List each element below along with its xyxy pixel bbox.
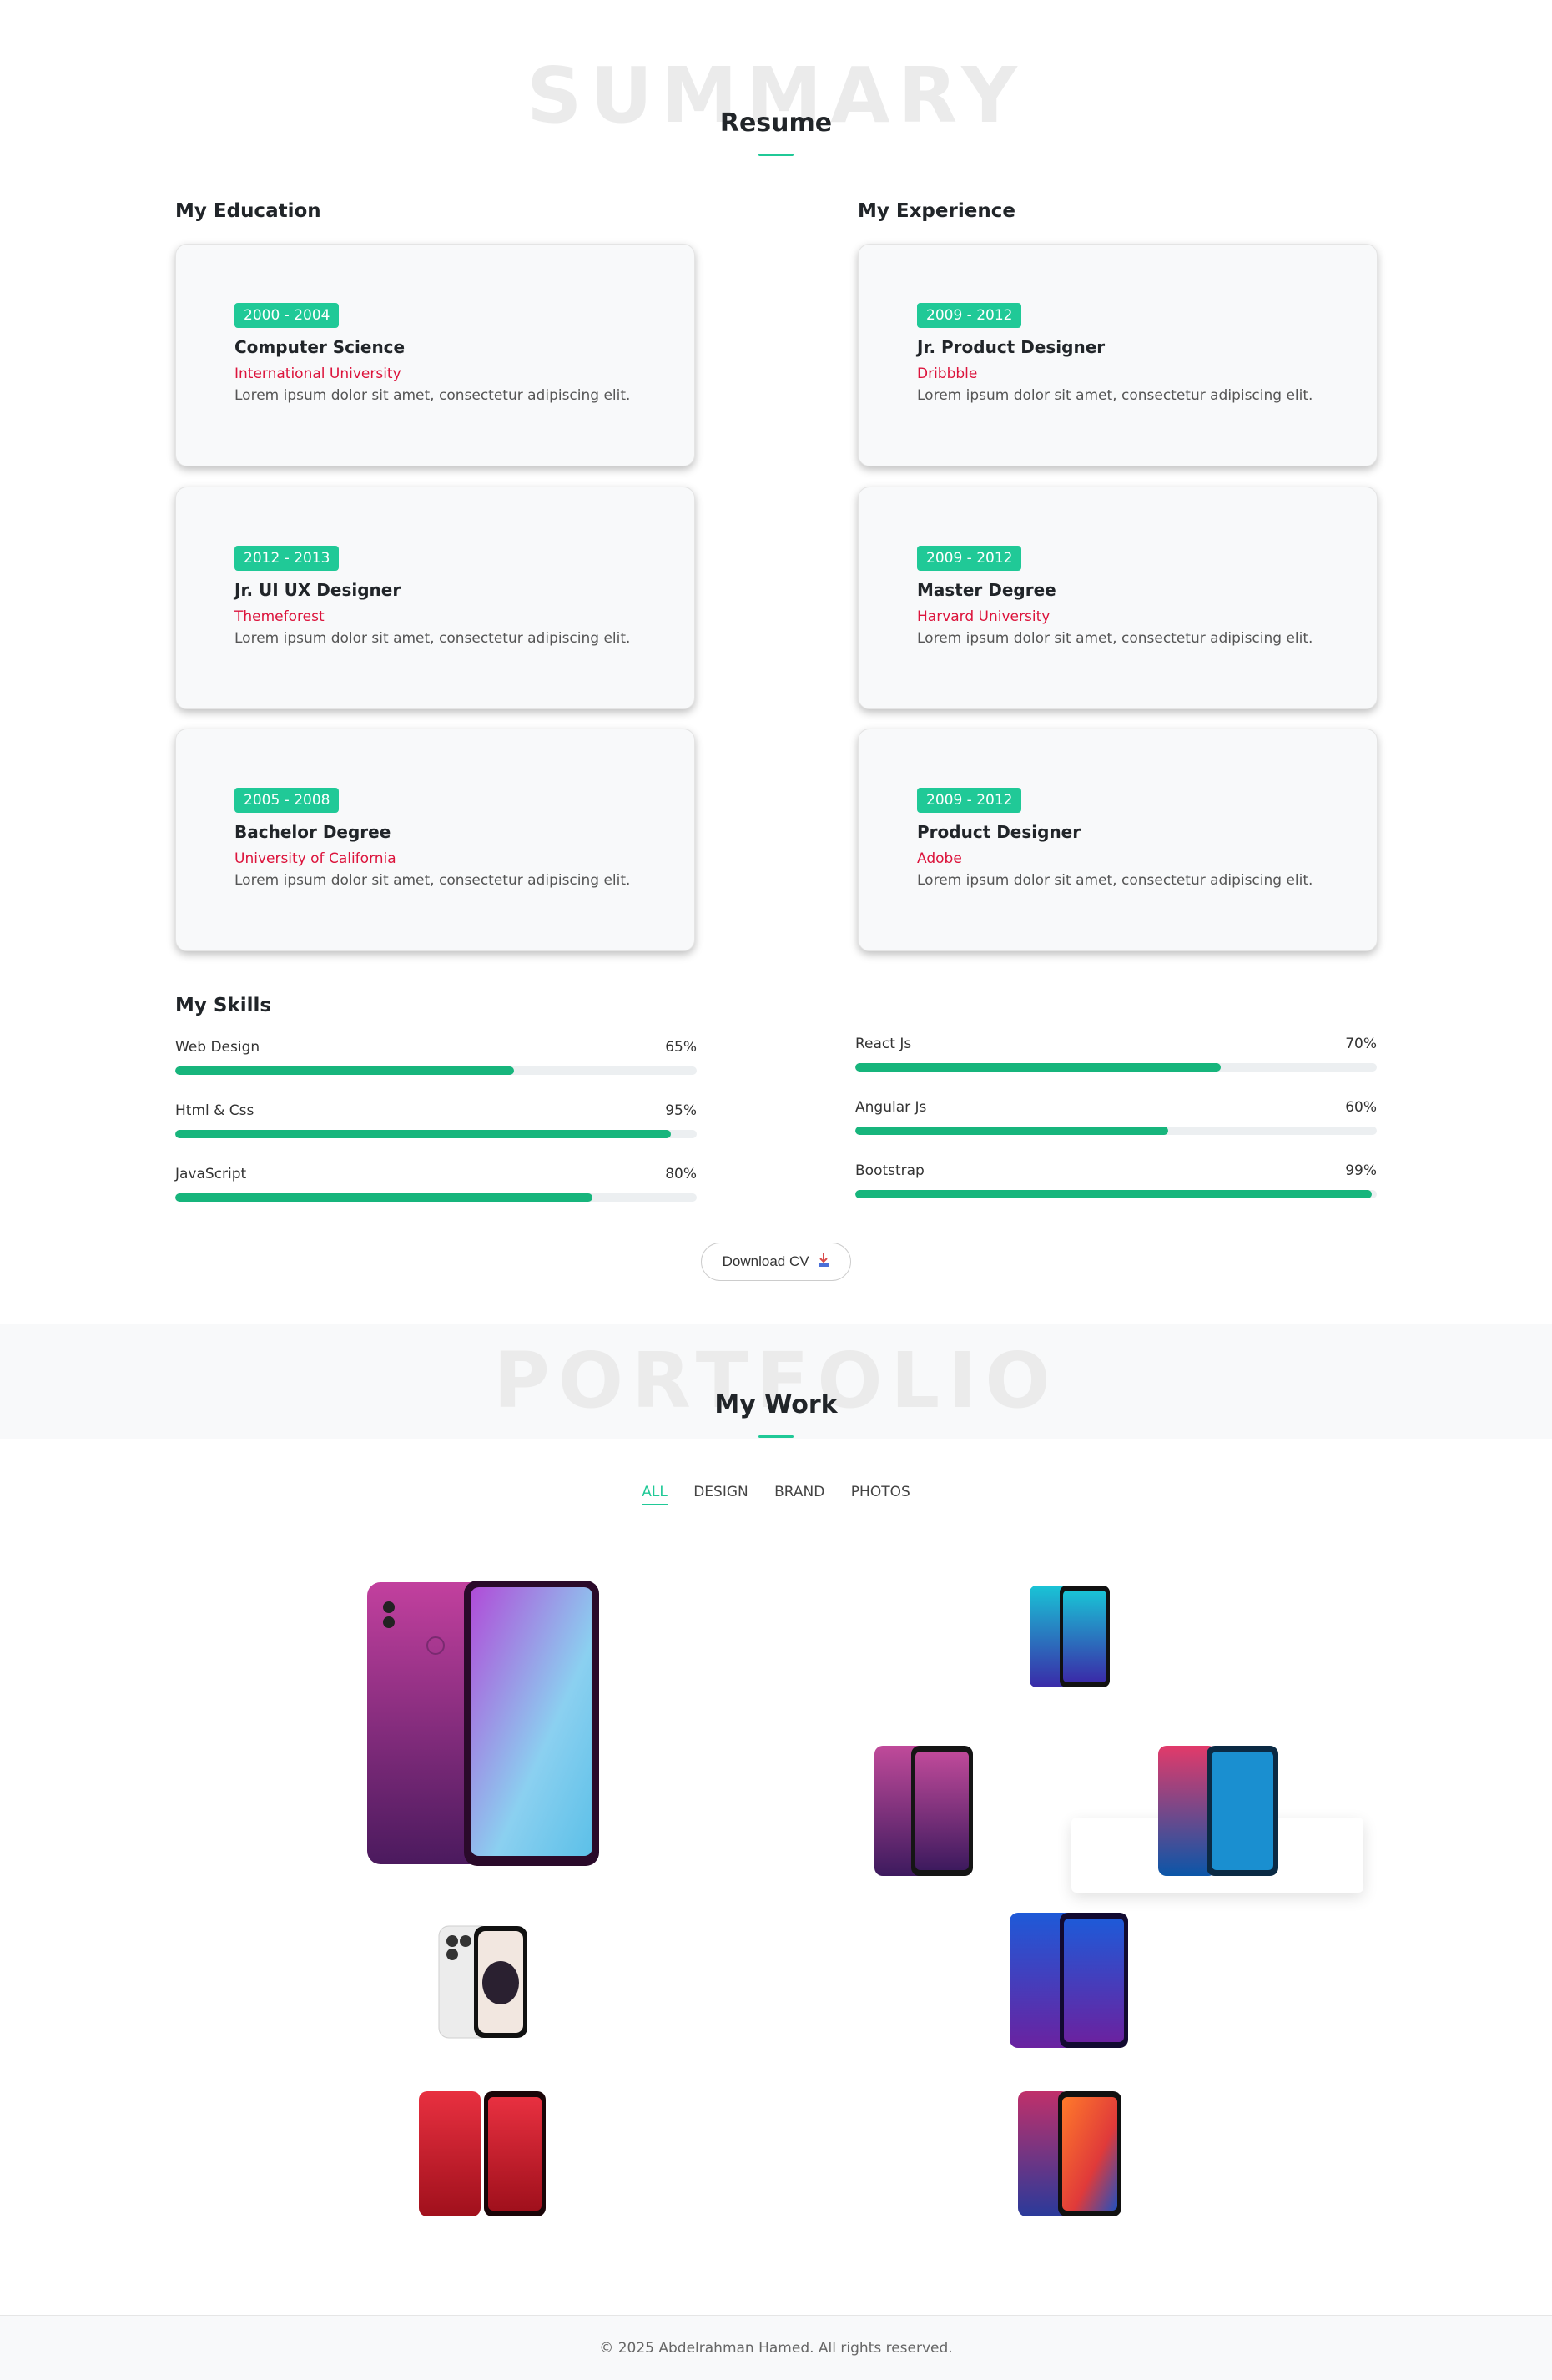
download-icon [818, 1245, 829, 1267]
filter-design[interactable]: DESIGN [693, 1484, 748, 1504]
card-organization: Themeforest [234, 608, 325, 625]
experience-card: 2009 - 2012 Master Degree Harvard Univer… [858, 487, 1378, 709]
card-description: Lorem ipsum dolor sit amet, consectetur … [234, 387, 631, 404]
card-organization: Harvard University [917, 608, 1051, 625]
skill-web-design: Web Design 65% [175, 1039, 697, 1081]
card-organization: Adobe [917, 850, 962, 867]
skill-percent: 95% [665, 1102, 697, 1119]
portfolio-item[interactable] [365, 1579, 601, 1868]
skill-percent: 60% [1345, 1099, 1377, 1116]
years-badge: 2005 - 2008 [234, 788, 340, 813]
skill-name: Web Design [175, 1039, 260, 1056]
skills-heading: My Skills [175, 995, 272, 1016]
skill-angular: Angular Js 60% [855, 1099, 1377, 1141]
resume-section-title: Resume [719, 108, 833, 138]
card-title: Bachelor Degree [234, 822, 391, 842]
card-title: Jr. Product Designer [917, 337, 1106, 357]
experience-card: 2009 - 2012 Jr. Product Designer Dribbbl… [858, 244, 1378, 466]
filter-brand[interactable]: BRAND [774, 1484, 824, 1504]
skill-name: Angular Js [855, 1099, 927, 1116]
download-cv-button[interactable]: Download CV [701, 1243, 851, 1281]
skill-javascript: JavaScript 80% [175, 1166, 697, 1208]
portfolio-item[interactable] [417, 2090, 547, 2218]
portfolio-item[interactable] [1156, 1744, 1280, 1878]
education-card: 2012 - 2013 Jr. UI UX Designer Themefore… [175, 487, 695, 709]
filter-photos[interactable]: PHOTOS [851, 1484, 910, 1504]
skill-progress-fill [855, 1063, 1221, 1072]
portfolio-item[interactable] [873, 1744, 975, 1878]
years-badge: 2000 - 2004 [234, 303, 340, 328]
skill-name: JavaScript [175, 1166, 247, 1182]
skill-progress-fill [855, 1190, 1372, 1198]
skill-progress-fill [175, 1066, 515, 1075]
years-badge: 2012 - 2013 [234, 546, 340, 571]
card-title: Product Designer [917, 822, 1081, 842]
card-organization: Dribbble [917, 366, 978, 382]
skill-progress-track [855, 1190, 1377, 1198]
card-title: Master Degree [917, 580, 1056, 600]
skill-progress-track [175, 1193, 697, 1202]
footer: © 2025 Abdelrahman Hamed. All rights res… [0, 2315, 1552, 2380]
education-heading: My Education [175, 200, 321, 222]
download-cv-label: Download CV [722, 1253, 809, 1269]
card-description: Lorem ipsum dolor sit amet, consectetur … [234, 872, 631, 889]
skill-name: Html & Css [175, 1102, 254, 1119]
card-description: Lorem ipsum dolor sit amet, consectetur … [917, 630, 1313, 647]
skill-progress-fill [175, 1130, 671, 1138]
years-badge: 2009 - 2012 [917, 303, 1022, 328]
skill-progress-fill [855, 1127, 1168, 1135]
card-organization: International University [234, 366, 401, 382]
copyright-text: © 2025 Abdelrahman Hamed. All rights res… [599, 2340, 953, 2357]
card-description: Lorem ipsum dolor sit amet, consectetur … [917, 387, 1313, 404]
skill-progress-track [175, 1130, 697, 1138]
experience-card: 2009 - 2012 Product Designer Adobe Lorem… [858, 729, 1378, 951]
title-underline [758, 1435, 794, 1438]
skill-progress-track [855, 1063, 1377, 1072]
portfolio-section-title: My Work [714, 1390, 838, 1419]
card-description: Lorem ipsum dolor sit amet, consectetur … [234, 630, 631, 647]
card-organization: University of California [234, 850, 396, 867]
skill-percent: 99% [1345, 1162, 1377, 1179]
card-title: Computer Science [234, 337, 406, 357]
skill-name: React Js [855, 1036, 912, 1052]
education-card: 2000 - 2004 Computer Science Internation… [175, 244, 695, 466]
card-title: Jr. UI UX Designer [234, 580, 401, 600]
skill-progress-track [175, 1066, 697, 1075]
skill-name: Bootstrap [855, 1162, 925, 1179]
portfolio-filters: ALL DESIGN BRAND PHOTOS [0, 1484, 1552, 1505]
years-badge: 2009 - 2012 [917, 788, 1022, 813]
skill-percent: 70% [1345, 1036, 1377, 1052]
card-description: Lorem ipsum dolor sit amet, consectetur … [917, 872, 1313, 889]
portfolio-item[interactable] [1028, 1584, 1111, 1689]
skill-html-css: Html & Css 95% [175, 1102, 697, 1144]
experience-heading: My Experience [858, 200, 1015, 222]
filter-all[interactable]: ALL [642, 1484, 668, 1505]
skill-bootstrap: Bootstrap 99% [855, 1162, 1377, 1204]
skill-percent: 80% [665, 1166, 697, 1182]
portfolio-item[interactable] [1008, 1911, 1130, 2050]
skill-percent: 65% [665, 1039, 697, 1056]
years-badge: 2009 - 2012 [917, 546, 1022, 571]
education-card: 2005 - 2008 Bachelor Degree University o… [175, 729, 695, 951]
portfolio-item[interactable] [1016, 2090, 1123, 2218]
skill-progress-track [855, 1127, 1377, 1135]
title-underline [758, 154, 794, 156]
skill-react: React Js 70% [855, 1036, 1377, 1077]
portfolio-item[interactable] [437, 1924, 529, 2041]
skill-progress-fill [175, 1193, 592, 1202]
